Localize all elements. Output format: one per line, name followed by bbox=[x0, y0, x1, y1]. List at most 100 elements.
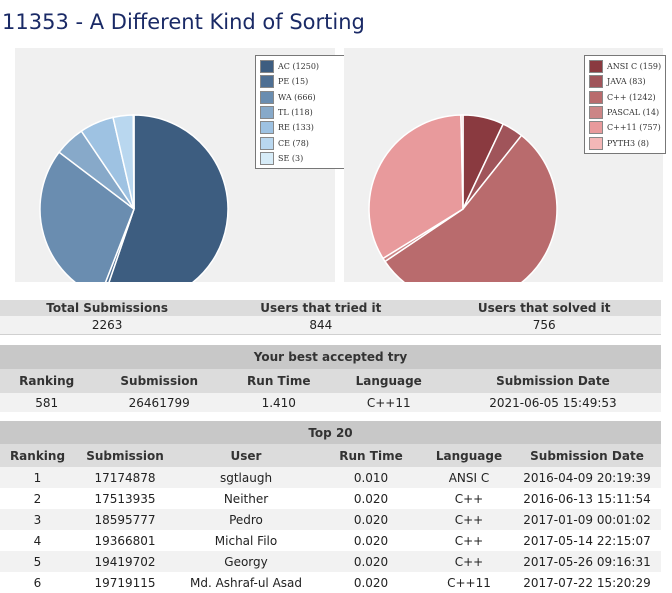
legend-swatch bbox=[589, 75, 603, 89]
submission-cell: 19366801 bbox=[75, 530, 175, 551]
legend-label: ANSI C (159) bbox=[607, 62, 662, 72]
header-submission-date: Submission Date bbox=[444, 369, 661, 393]
user-link[interactable]: Neither bbox=[175, 488, 317, 509]
ranking-cell: 5 bbox=[0, 551, 75, 572]
verdict-legend: AC (1250) PE (15) WA (666) TL (118) RE (133)… bbox=[255, 55, 355, 170]
legend-label: JAVA (83) bbox=[607, 77, 646, 87]
legend-entry: WA (666) bbox=[260, 90, 350, 105]
table-row: 1 17174878 sgtlaugh 0.010 ANSI C 2016-04-09 2… bbox=[0, 467, 661, 488]
legend-swatch bbox=[260, 60, 274, 74]
page-title: 11353 - A Different Kind of Sorting bbox=[2, 10, 365, 34]
legend-label: C++ (1242) bbox=[607, 92, 656, 102]
submission-date-cell: 2017-05-26 09:16:31 bbox=[513, 551, 661, 572]
legend-label: AC (1250) bbox=[278, 62, 320, 72]
legend-label: TL (118) bbox=[278, 108, 313, 118]
best-submission-date: 2021-06-05 15:49:53 bbox=[444, 393, 661, 412]
best-submission: 26461799 bbox=[93, 393, 225, 412]
legend-label: CE (78) bbox=[278, 138, 309, 148]
table-row: 5 19419702 Georgy 0.020 C++ 2017-05-26 09:16:… bbox=[0, 551, 661, 572]
ranking-cell: 1 bbox=[0, 467, 75, 488]
language-legend: ANSI C (159) JAVA (83) C++ (1242) PASCAL (1… bbox=[584, 55, 666, 154]
legend-label: PYTH3 (8) bbox=[607, 138, 649, 148]
ranking-cell: 6 bbox=[0, 572, 75, 593]
header-language: Language bbox=[425, 444, 513, 467]
user-link[interactable]: Georgy bbox=[175, 551, 317, 572]
legend-swatch bbox=[260, 90, 274, 104]
ranking-cell: 2 bbox=[0, 488, 75, 509]
header-user: User bbox=[175, 444, 317, 467]
submission-cell: 18595777 bbox=[75, 509, 175, 530]
legend-entry: CE (78) bbox=[260, 135, 350, 150]
legend-label: PASCAL (14) bbox=[607, 108, 660, 118]
legend-entry: JAVA (83) bbox=[589, 74, 661, 89]
ranking-cell: 4 bbox=[0, 530, 75, 551]
user-link[interactable]: Michal Filo bbox=[175, 530, 317, 551]
legend-entry: TL (118) bbox=[260, 105, 350, 120]
language-cell: C++ bbox=[425, 488, 513, 509]
submission-date-cell: 2017-07-22 15:20:29 bbox=[513, 572, 661, 593]
legend-entry: C++ (1242) bbox=[589, 90, 661, 105]
legend-swatch bbox=[589, 106, 603, 120]
language-cell: ANSI C bbox=[425, 467, 513, 488]
run-time-cell: 0.010 bbox=[317, 467, 425, 488]
table-row: 6 19719115 Md. Ashraf-ul Asad 0.020 C++11 201… bbox=[0, 572, 661, 593]
table-row: 2 17513935 Neither 0.020 C++ 2016-06-13 15:11… bbox=[0, 488, 661, 509]
language-cell: C++ bbox=[425, 551, 513, 572]
header-ranking: Ranking bbox=[0, 369, 94, 393]
legend-swatch bbox=[260, 136, 274, 150]
run-time-cell: 0.020 bbox=[317, 572, 425, 593]
legend-label: C++11 (757) bbox=[607, 123, 661, 133]
legend-swatch bbox=[260, 121, 274, 135]
run-time-cell: 0.020 bbox=[317, 530, 425, 551]
header-total-submissions: Total Submissions bbox=[0, 300, 215, 316]
legend-label: SE (3) bbox=[278, 153, 304, 163]
top20-caption: Top 20 bbox=[0, 421, 661, 444]
run-time-cell: 0.020 bbox=[317, 509, 425, 530]
legend-swatch bbox=[589, 136, 603, 150]
legend-entry: PE (15) bbox=[260, 74, 350, 89]
header-users-tried: Users that tried it bbox=[214, 300, 428, 316]
legend-entry: PYTH3 (8) bbox=[589, 135, 661, 150]
legend-entry: SE (3) bbox=[260, 151, 350, 166]
submission-cell: 17513935 bbox=[75, 488, 175, 509]
legend-entry: C++11 (757) bbox=[589, 120, 661, 135]
legend-entry: ANSI C (159) bbox=[589, 59, 661, 74]
legend-label: PE (15) bbox=[278, 77, 309, 87]
header-submission-date: Submission Date bbox=[513, 444, 661, 467]
run-time-cell: 0.020 bbox=[317, 488, 425, 509]
language-cell: C++ bbox=[425, 509, 513, 530]
legend-swatch bbox=[260, 151, 274, 165]
legend-entry: PASCAL (14) bbox=[589, 105, 661, 120]
user-link[interactable]: Pedro bbox=[175, 509, 317, 530]
users-tried-value: 844 bbox=[214, 316, 428, 335]
user-link[interactable]: sgtlaugh bbox=[175, 467, 317, 488]
submission-date-cell: 2017-01-09 00:01:02 bbox=[513, 509, 661, 530]
ranking-cell: 3 bbox=[0, 509, 75, 530]
legend-swatch bbox=[589, 121, 603, 135]
header-submission: Submission bbox=[93, 369, 225, 393]
top20-table: Top 20 Ranking Submission User Run Time … bbox=[0, 421, 661, 593]
header-language: Language bbox=[332, 369, 445, 393]
best-ranking: 581 bbox=[0, 393, 94, 412]
best-try-table: Your best accepted try Ranking Submissio… bbox=[0, 345, 661, 412]
legend-label: WA (666) bbox=[278, 92, 316, 102]
submission-date-cell: 2016-04-09 20:19:39 bbox=[513, 467, 661, 488]
table-row: 4 19366801 Michal Filo 0.020 C++ 2017-05-14 2… bbox=[0, 530, 661, 551]
submission-cell: 19419702 bbox=[75, 551, 175, 572]
user-link[interactable]: Md. Ashraf-ul Asad bbox=[175, 572, 317, 593]
legend-swatch bbox=[589, 90, 603, 104]
header-run-time: Run Time bbox=[224, 369, 333, 393]
stats-table: Total Submissions Users that tried it Us… bbox=[0, 300, 661, 335]
submission-cell: 17174878 bbox=[75, 467, 175, 488]
language-chart-panel: ANSI C (159) JAVA (83) C++ (1242) PASCAL (1… bbox=[344, 48, 666, 282]
submission-date-cell: 2017-05-14 22:15:07 bbox=[513, 530, 661, 551]
table-row: 3 18595777 Pedro 0.020 C++ 2017-01-09 00:01:0… bbox=[0, 509, 661, 530]
run-time-cell: 0.020 bbox=[317, 551, 425, 572]
header-submission: Submission bbox=[75, 444, 175, 467]
total-submissions-value: 2263 bbox=[0, 316, 215, 335]
best-language: C++11 bbox=[332, 393, 445, 412]
verdict-slice-se bbox=[132, 114, 135, 210]
users-solved-value: 756 bbox=[427, 316, 661, 335]
header-run-time: Run Time bbox=[317, 444, 425, 467]
verdict-chart-panel: AC (1250) PE (15) WA (666) TL (118) RE (133)… bbox=[15, 48, 355, 282]
